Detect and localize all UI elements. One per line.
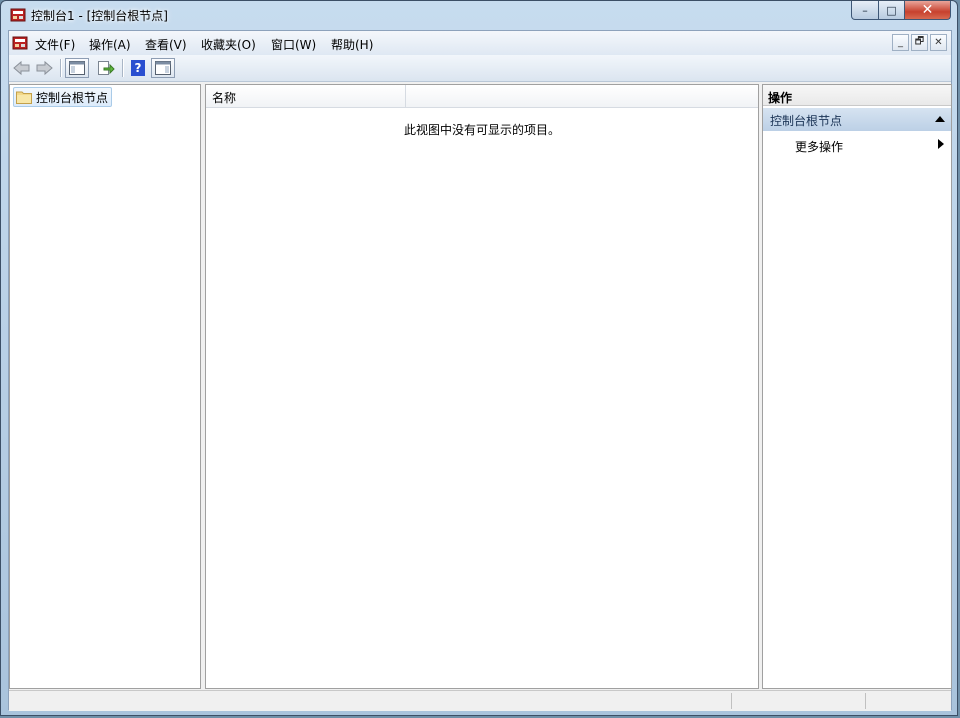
list-pane[interactable]: 名称 此视图中没有可显示的项目。 [205, 84, 759, 689]
mmc-document-icon[interactable] [12, 35, 28, 51]
menu-help[interactable]: 帮助(H) [331, 36, 373, 53]
forward-button[interactable] [33, 58, 55, 78]
mdi-buttons: _ 🗗 ✕ [892, 34, 947, 51]
column-header: 名称 [206, 85, 758, 108]
action-pane-title: 操作 [763, 85, 951, 106]
toolbar: ? [9, 55, 951, 82]
minimize-button[interactable]: – [851, 1, 879, 20]
close-button[interactable]: ✕ [905, 1, 951, 20]
help-button[interactable]: ? [128, 58, 148, 78]
tree-pane[interactable]: 控制台根节点 [9, 84, 201, 689]
show-hide-action-pane-icon [155, 61, 171, 75]
menu-favorites[interactable]: 收藏夹(O) [201, 36, 256, 53]
export-list-icon [98, 61, 115, 75]
help-icon: ? [131, 60, 145, 76]
back-button[interactable] [11, 58, 33, 78]
maximize-button[interactable]: □ [879, 1, 905, 20]
submenu-arrow-icon [938, 139, 944, 149]
menu-file[interactable]: 文件(F) [35, 36, 75, 53]
tree-root-node[interactable]: 控制台根节点 [13, 87, 113, 107]
show-hide-tree-button[interactable] [65, 58, 89, 78]
empty-view-message: 此视图中没有可显示的项目。 [403, 123, 560, 137]
folder-icon [16, 91, 32, 104]
action-pane: 操作 控制台根节点 更多操作 [762, 84, 952, 689]
toolbar-separator [122, 59, 124, 77]
status-segment [865, 693, 866, 709]
column-header-name[interactable]: 名称 [206, 85, 406, 107]
status-segment [731, 693, 732, 709]
collapse-up-icon[interactable] [935, 116, 945, 122]
action-group-header[interactable]: 控制台根节点 [763, 108, 951, 131]
mdi-close-button[interactable]: ✕ [930, 34, 947, 51]
mdi-restore-button[interactable]: 🗗 [911, 34, 928, 51]
forward-arrow-icon [36, 60, 53, 76]
client-area: 文件(F) 操作(A) 查看(V) 收藏夹(O) 窗口(W) 帮助(H) _ 🗗… [8, 30, 952, 711]
back-arrow-icon [13, 60, 30, 76]
caption-buttons: – □ ✕ [851, 1, 951, 21]
tree-root-label: 控制台根节点 [36, 90, 109, 105]
mmc-window: 控制台1 - [控制台根节点] – □ ✕ 文件(F) 操作(A) 查看(V) … [0, 0, 958, 716]
show-hide-action-pane-button[interactable] [151, 58, 175, 78]
toolbar-separator [60, 59, 62, 77]
show-hide-tree-icon [69, 61, 85, 75]
window-title: 控制台1 - [控制台根节点] [31, 9, 168, 23]
menu-window[interactable]: 窗口(W) [271, 36, 316, 53]
action-group-label: 控制台根节点 [770, 114, 843, 128]
title-bar[interactable]: 控制台1 - [控制台根节点] – □ ✕ [1, 1, 957, 29]
mmc-app-icon [10, 8, 26, 22]
menu-view[interactable]: 查看(V) [145, 36, 187, 53]
menu-bar: 文件(F) 操作(A) 查看(V) 收藏夹(O) 窗口(W) 帮助(H) _ 🗗… [9, 31, 951, 56]
mdi-minimize-button[interactable]: _ [892, 34, 909, 51]
menu-action[interactable]: 操作(A) [89, 36, 131, 53]
status-bar [9, 690, 951, 711]
action-more-actions[interactable]: 更多操作 [795, 138, 843, 155]
export-list-button[interactable] [95, 58, 117, 78]
